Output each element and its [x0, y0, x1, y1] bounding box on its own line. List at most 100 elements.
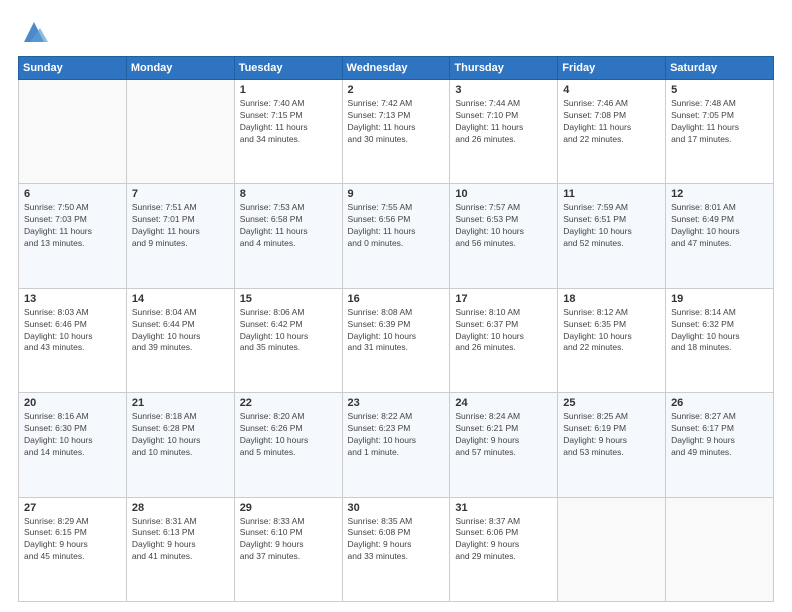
- calendar-week-row: 1Sunrise: 7:40 AM Sunset: 7:15 PM Daylig…: [19, 80, 774, 184]
- calendar-week-row: 6Sunrise: 7:50 AM Sunset: 7:03 PM Daylig…: [19, 184, 774, 288]
- day-info: Sunrise: 8:16 AM Sunset: 6:30 PM Dayligh…: [24, 411, 121, 459]
- day-number: 30: [348, 502, 445, 514]
- calendar-cell: [666, 497, 774, 601]
- day-number: 23: [348, 397, 445, 409]
- calendar-cell: 23 Sunrise: 8:22 AM Sunset: 6:23 PM Dayli…: [342, 393, 450, 497]
- calendar-cell: 21 Sunrise: 8:18 AM Sunset: 6:28 PM Dayli…: [126, 393, 234, 497]
- day-info: Sunrise: 8:37 AM Sunset: 6:06 PM Dayligh…: [455, 516, 552, 564]
- day-number: 5: [671, 84, 768, 96]
- day-info: Sunrise: 7:48 AM Sunset: 7:05 PM Dayligh…: [671, 98, 768, 146]
- day-number: 25: [563, 397, 660, 409]
- day-info: Sunrise: 7:44 AM Sunset: 7:10 PM Dayligh…: [455, 98, 552, 146]
- day-info: Sunrise: 7:46 AM Sunset: 7:08 PM Dayligh…: [563, 98, 660, 146]
- day-info: Sunrise: 8:29 AM Sunset: 6:15 PM Dayligh…: [24, 516, 121, 564]
- day-number: 18: [563, 293, 660, 305]
- day-info: Sunrise: 8:22 AM Sunset: 6:23 PM Dayligh…: [348, 411, 445, 459]
- weekday-header: Friday: [558, 57, 666, 80]
- day-info: Sunrise: 8:14 AM Sunset: 6:32 PM Dayligh…: [671, 307, 768, 355]
- day-info: Sunrise: 8:01 AM Sunset: 6:49 PM Dayligh…: [671, 202, 768, 250]
- calendar-cell: 15 Sunrise: 8:06 AM Sunset: 6:42 PM Dayli…: [234, 288, 342, 392]
- calendar-cell: 5 Sunrise: 7:48 AM Sunset: 7:05 PM Daylig…: [666, 80, 774, 184]
- calendar-cell: [558, 497, 666, 601]
- day-info: Sunrise: 8:33 AM Sunset: 6:10 PM Dayligh…: [240, 516, 337, 564]
- day-number: 15: [240, 293, 337, 305]
- day-number: 7: [132, 188, 229, 200]
- day-number: 2: [348, 84, 445, 96]
- day-info: Sunrise: 8:12 AM Sunset: 6:35 PM Dayligh…: [563, 307, 660, 355]
- page: SundayMondayTuesdayWednesdayThursdayFrid…: [0, 0, 792, 612]
- day-number: 21: [132, 397, 229, 409]
- day-number: 20: [24, 397, 121, 409]
- weekday-header: Sunday: [19, 57, 127, 80]
- calendar-cell: 19 Sunrise: 8:14 AM Sunset: 6:32 PM Dayli…: [666, 288, 774, 392]
- day-number: 4: [563, 84, 660, 96]
- calendar-cell: 9Sunrise: 7:55 AM Sunset: 6:56 PM Daylig…: [342, 184, 450, 288]
- calendar-cell: 28 Sunrise: 8:31 AM Sunset: 6:13 PM Dayli…: [126, 497, 234, 601]
- weekday-header: Thursday: [450, 57, 558, 80]
- day-number: 17: [455, 293, 552, 305]
- calendar-cell: 22 Sunrise: 8:20 AM Sunset: 6:26 PM Dayli…: [234, 393, 342, 497]
- calendar-cell: 30Sunrise: 8:35 AM Sunset: 6:08 PM Dayli…: [342, 497, 450, 601]
- day-number: 16: [348, 293, 445, 305]
- calendar-cell: 13Sunrise: 8:03 AM Sunset: 6:46 PM Dayli…: [19, 288, 127, 392]
- day-number: 12: [671, 188, 768, 200]
- day-info: Sunrise: 8:08 AM Sunset: 6:39 PM Dayligh…: [348, 307, 445, 355]
- calendar-cell: 1Sunrise: 7:40 AM Sunset: 7:15 PM Daylig…: [234, 80, 342, 184]
- day-info: Sunrise: 7:50 AM Sunset: 7:03 PM Dayligh…: [24, 202, 121, 250]
- calendar-week-row: 13Sunrise: 8:03 AM Sunset: 6:46 PM Dayli…: [19, 288, 774, 392]
- day-number: 26: [671, 397, 768, 409]
- day-info: Sunrise: 8:20 AM Sunset: 6:26 PM Dayligh…: [240, 411, 337, 459]
- calendar-cell: 31 Sunrise: 8:37 AM Sunset: 6:06 PM Dayli…: [450, 497, 558, 601]
- calendar-cell: 26 Sunrise: 8:27 AM Sunset: 6:17 PM Dayli…: [666, 393, 774, 497]
- calendar-cell: 20 Sunrise: 8:16 AM Sunset: 6:30 PM Dayli…: [19, 393, 127, 497]
- day-info: Sunrise: 8:25 AM Sunset: 6:19 PM Dayligh…: [563, 411, 660, 459]
- calendar-cell: 12 Sunrise: 8:01 AM Sunset: 6:49 PM Dayli…: [666, 184, 774, 288]
- calendar-cell: 4 Sunrise: 7:46 AM Sunset: 7:08 PM Daylig…: [558, 80, 666, 184]
- day-info: Sunrise: 7:59 AM Sunset: 6:51 PM Dayligh…: [563, 202, 660, 250]
- day-number: 24: [455, 397, 552, 409]
- logo-icon: [20, 18, 48, 46]
- header: [18, 18, 774, 46]
- calendar-cell: 16 Sunrise: 8:08 AM Sunset: 6:39 PM Dayli…: [342, 288, 450, 392]
- calendar-cell: 3 Sunrise: 7:44 AM Sunset: 7:10 PM Daylig…: [450, 80, 558, 184]
- weekday-header: Tuesday: [234, 57, 342, 80]
- day-number: 28: [132, 502, 229, 514]
- calendar-cell: 17 Sunrise: 8:10 AM Sunset: 6:37 PM Dayli…: [450, 288, 558, 392]
- calendar-table: SundayMondayTuesdayWednesdayThursdayFrid…: [18, 56, 774, 602]
- day-info: Sunrise: 7:55 AM Sunset: 6:56 PM Dayligh…: [348, 202, 445, 250]
- weekday-header: Saturday: [666, 57, 774, 80]
- day-number: 8: [240, 188, 337, 200]
- day-number: 10: [455, 188, 552, 200]
- calendar-cell: 24Sunrise: 8:24 AM Sunset: 6:21 PM Dayli…: [450, 393, 558, 497]
- calendar-week-row: 20 Sunrise: 8:16 AM Sunset: 6:30 PM Dayli…: [19, 393, 774, 497]
- day-info: Sunrise: 8:03 AM Sunset: 6:46 PM Dayligh…: [24, 307, 121, 355]
- day-info: Sunrise: 8:10 AM Sunset: 6:37 PM Dayligh…: [455, 307, 552, 355]
- day-info: Sunrise: 7:57 AM Sunset: 6:53 PM Dayligh…: [455, 202, 552, 250]
- calendar-week-row: 27Sunrise: 8:29 AM Sunset: 6:15 PM Dayli…: [19, 497, 774, 601]
- day-info: Sunrise: 8:06 AM Sunset: 6:42 PM Dayligh…: [240, 307, 337, 355]
- weekday-header: Wednesday: [342, 57, 450, 80]
- day-info: Sunrise: 8:27 AM Sunset: 6:17 PM Dayligh…: [671, 411, 768, 459]
- day-number: 31: [455, 502, 552, 514]
- day-number: 22: [240, 397, 337, 409]
- weekday-header: Monday: [126, 57, 234, 80]
- calendar-cell: 25 Sunrise: 8:25 AM Sunset: 6:19 PM Dayli…: [558, 393, 666, 497]
- day-number: 29: [240, 502, 337, 514]
- day-info: Sunrise: 7:53 AM Sunset: 6:58 PM Dayligh…: [240, 202, 337, 250]
- day-number: 11: [563, 188, 660, 200]
- day-number: 14: [132, 293, 229, 305]
- calendar-cell: 14 Sunrise: 8:04 AM Sunset: 6:44 PM Dayli…: [126, 288, 234, 392]
- day-number: 1: [240, 84, 337, 96]
- logo: [18, 18, 48, 46]
- day-info: Sunrise: 8:31 AM Sunset: 6:13 PM Dayligh…: [132, 516, 229, 564]
- calendar-cell: 27Sunrise: 8:29 AM Sunset: 6:15 PM Dayli…: [19, 497, 127, 601]
- calendar-cell: [126, 80, 234, 184]
- day-info: Sunrise: 8:04 AM Sunset: 6:44 PM Dayligh…: [132, 307, 229, 355]
- day-info: Sunrise: 7:51 AM Sunset: 7:01 PM Dayligh…: [132, 202, 229, 250]
- day-number: 3: [455, 84, 552, 96]
- calendar-cell: 10 Sunrise: 7:57 AM Sunset: 6:53 PM Dayli…: [450, 184, 558, 288]
- calendar-cell: 11 Sunrise: 7:59 AM Sunset: 6:51 PM Dayli…: [558, 184, 666, 288]
- day-number: 19: [671, 293, 768, 305]
- day-info: Sunrise: 7:42 AM Sunset: 7:13 PM Dayligh…: [348, 98, 445, 146]
- day-info: Sunrise: 8:18 AM Sunset: 6:28 PM Dayligh…: [132, 411, 229, 459]
